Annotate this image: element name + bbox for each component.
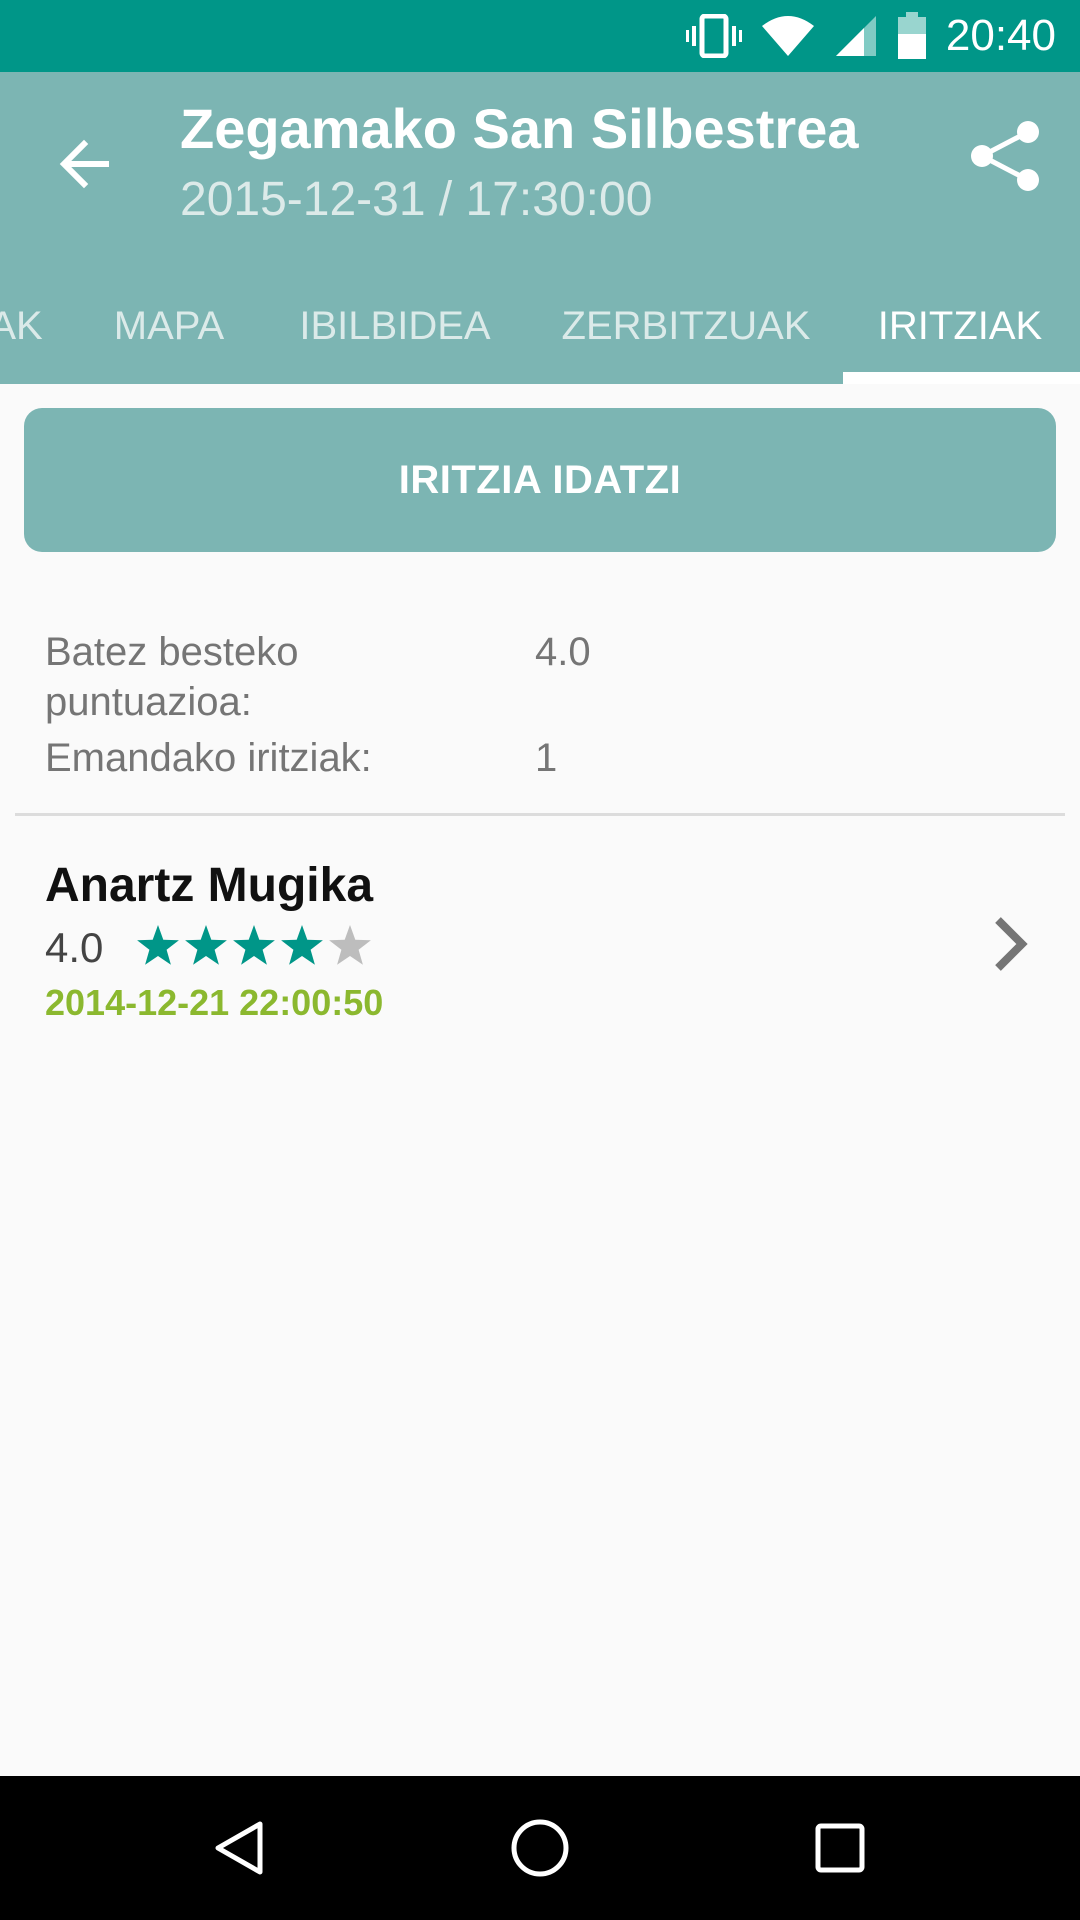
status-time: 20:40 [945, 11, 1056, 60]
cell-signal-icon [835, 16, 876, 56]
nav-home-button[interactable] [480, 1776, 600, 1920]
average-rating-label: Batez besteko puntuazioa: [45, 630, 299, 724]
nav-recents-button[interactable] [780, 1776, 900, 1920]
arrow-back-icon [59, 139, 109, 189]
tab-iritziak[interactable]: IRITZIAK [860, 268, 1060, 384]
page-title: Zegamako San Silbestrea [180, 97, 859, 160]
review-author: Anartz Mugika [45, 859, 374, 912]
vibrate-icon [685, 14, 742, 58]
average-rating-value: 4.0 [535, 630, 591, 674]
home-circle-icon [511, 1819, 569, 1877]
review-date: 2014-12-21 22:00:50 [45, 982, 384, 1023]
app-bar: Zegamako San Silbestrea 2015-12-31 / 17:… [0, 72, 1080, 384]
review-score: 4.0 [45, 924, 104, 971]
review-count-label: Emandako iritziak: [45, 736, 372, 780]
divider [15, 813, 1065, 816]
chevron-right-icon[interactable] [988, 908, 1036, 980]
write-review-button[interactable]: IRITZIA IDATZI [24, 408, 1056, 552]
nav-back-button[interactable] [180, 1776, 300, 1920]
battery-icon [897, 12, 926, 59]
wifi-icon [761, 16, 814, 56]
star-filled-icon [137, 925, 179, 965]
star-filled-icon [281, 925, 323, 965]
tab-mapa[interactable]: MAPA [100, 268, 238, 384]
back-button[interactable] [48, 128, 120, 200]
share-button[interactable] [960, 112, 1048, 200]
share-icon [971, 121, 1039, 191]
status-bar: 20:40 [0, 0, 1080, 72]
star-rating [134, 920, 374, 972]
page-subtitle: 2015-12-31 / 17:30:00 [180, 173, 653, 226]
star-empty-icon [329, 925, 371, 965]
tab-zerbitzuak[interactable]: ZERBITZUAK [555, 268, 817, 384]
tab-bar: AK MAPA IBILBIDEA ZERBITZUAK IRITZIAK [0, 268, 1080, 384]
system-nav-bar [0, 1776, 1080, 1920]
star-filled-icon [185, 925, 227, 965]
review-count-value: 1 [535, 736, 558, 780]
tab-indicator [843, 372, 1080, 384]
recents-square-icon [815, 1823, 865, 1873]
star-filled-icon [233, 925, 275, 965]
back-triangle-icon [215, 1821, 263, 1875]
status-icons: 20:40 [685, 0, 1056, 72]
review-list-item[interactable]: Anartz Mugika 4.0 2014-12-21 22:00:50 [0, 820, 1080, 1040]
tab-ibilbidea[interactable]: IBILBIDEA [290, 268, 500, 384]
tab-ak[interactable]: AK [0, 268, 43, 384]
